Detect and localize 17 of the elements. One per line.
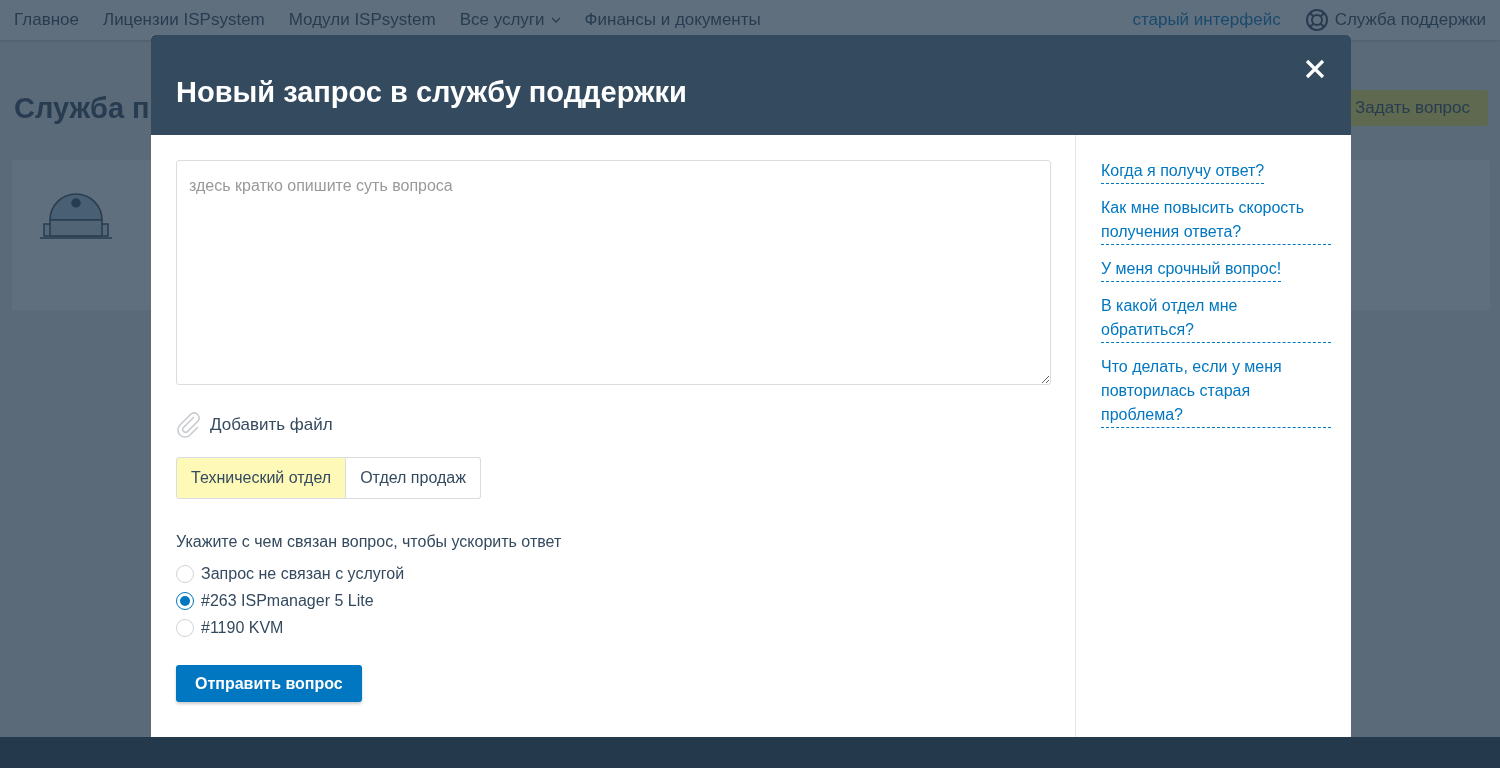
submit-button[interactable]: Отправить вопрос [176,665,362,702]
help-link[interactable]: В какой отдел мне обратиться? [1101,294,1331,343]
department-tab[interactable]: Технический отдел [176,457,347,499]
service-radio[interactable]: #1190 KVM [176,619,284,637]
help-link[interactable]: У меня срочный вопрос! [1101,257,1282,282]
service-radio[interactable]: #263 ISPmanager 5 Lite [176,592,374,610]
close-icon[interactable] [1304,58,1326,80]
help-link[interactable]: Когда я получу ответ? [1101,159,1265,184]
question-field[interactable]: здесь кратко опишите суть вопроса [176,160,1051,385]
department-tab[interactable]: Отдел продаж [346,457,481,499]
add-file-button[interactable]: Добавить файл [176,412,333,438]
help-link[interactable]: Как мне повысить скорость получения ответа? [1101,196,1331,245]
service-radio[interactable]: Запрос не связан с услугой [176,565,405,583]
paperclip-icon [176,412,202,438]
help-link[interactable]: Что делать, если у меня повторилась старая проблема? [1101,355,1331,428]
service-prompt: Укажите с чем связан вопрос, чтобы ускорить ответ [176,533,563,551]
dialog-title: Новый запрос в службу поддержки [176,75,687,109]
